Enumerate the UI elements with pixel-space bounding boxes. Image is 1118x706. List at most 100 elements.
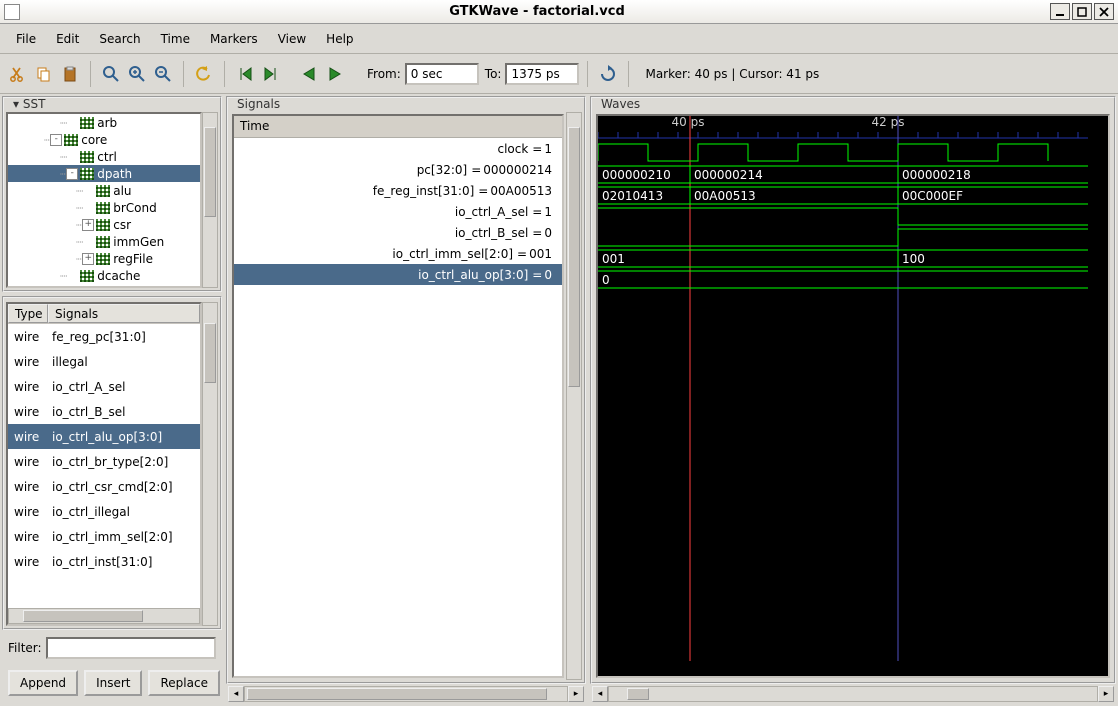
signal-row[interactable]: wireio_ctrl_br_type[2:0] <box>8 449 200 474</box>
tree-node-arb[interactable]: ┈arb <box>8 114 200 131</box>
module-icon <box>96 185 110 197</box>
from-label: From: <box>367 67 401 81</box>
zoom-out-icon[interactable] <box>151 62 175 86</box>
minimize-button[interactable] <box>1050 3 1070 20</box>
signal-row[interactable]: wireio_ctrl_imm_sel[2:0] <box>8 524 200 549</box>
wave-canvas[interactable]: 40 ps42 ps000000210000000214000000218020… <box>596 114 1110 678</box>
module-icon <box>80 151 94 163</box>
col-type[interactable]: Type <box>8 304 48 323</box>
scroll-right-icon[interactable]: ▸ <box>568 686 584 702</box>
tree-node-dpath[interactable]: ┈-dpath <box>8 165 200 182</box>
signal-row[interactable]: wireio_ctrl_inst[31:0] <box>8 549 200 574</box>
tree-node-dcache[interactable]: ┈dcache <box>8 267 200 284</box>
from-input[interactable] <box>405 63 479 85</box>
svg-text:0: 0 <box>602 273 610 287</box>
tree-node-csr[interactable]: ┈+csr <box>8 216 200 233</box>
tree-node-ctrl[interactable]: ┈ctrl <box>8 148 200 165</box>
module-icon <box>96 202 110 214</box>
copy-icon[interactable] <box>32 62 56 86</box>
displayed-signal-row[interactable]: pc[32:0]=000000214 <box>234 159 562 180</box>
menubar: File Edit Search Time Markers View Help <box>0 24 1118 54</box>
menu-file[interactable]: File <box>8 28 44 50</box>
signals-vscroll[interactable] <box>566 112 582 680</box>
tree-node-regFile[interactable]: ┈+regFile <box>8 250 200 267</box>
signal-row[interactable]: wireio_ctrl_A_sel <box>8 374 200 399</box>
menu-edit[interactable]: Edit <box>48 28 87 50</box>
reload-icon[interactable] <box>596 62 620 86</box>
to-input[interactable] <box>505 63 579 85</box>
menu-help[interactable]: Help <box>318 28 361 50</box>
next-edge-icon[interactable] <box>323 62 347 86</box>
signals-hscroll[interactable] <box>244 686 568 702</box>
signal-row[interactable]: wireillegal <box>8 349 200 374</box>
menu-time[interactable]: Time <box>153 28 198 50</box>
filter-label: Filter: <box>8 641 42 655</box>
filter-input[interactable] <box>46 637 216 659</box>
tree-node-alu[interactable]: ┈alu <box>8 182 200 199</box>
displayed-signals[interactable]: clock=1pc[32:0]=000000214fe_reg_inst[31:… <box>234 138 562 676</box>
zoom-fit-icon[interactable] <box>99 62 123 86</box>
module-icon <box>80 270 94 282</box>
tree-node-immGen[interactable]: ┈immGen <box>8 233 200 250</box>
paste-icon[interactable] <box>58 62 82 86</box>
sst-vscroll[interactable] <box>202 112 218 288</box>
displayed-signal-row[interactable]: fe_reg_inst[31:0]=00A00513 <box>234 180 562 201</box>
toolbar: From: To: Marker: 40 ps | Cursor: 41 ps <box>0 54 1118 94</box>
cut-icon[interactable] <box>6 62 30 86</box>
svg-text:40 ps: 40 ps <box>672 116 705 129</box>
tree-node-core[interactable]: ┈-core <box>8 131 200 148</box>
insert-button[interactable]: Insert <box>84 670 142 696</box>
undo-icon[interactable] <box>192 62 216 86</box>
signal-list[interactable]: wirefe_reg_pc[31:0]wireillegalwireio_ctr… <box>8 324 200 608</box>
time-header: Time <box>234 116 562 138</box>
maximize-button[interactable] <box>1072 3 1092 20</box>
append-button[interactable]: Append <box>8 670 78 696</box>
to-label: To: <box>485 67 502 81</box>
col-signals[interactable]: Signals <box>48 304 200 323</box>
waves-title: Waves <box>598 97 643 111</box>
tree-node-brCond[interactable]: ┈brCond <box>8 199 200 216</box>
siglist-hscroll[interactable] <box>8 608 200 624</box>
displayed-signal-row[interactable]: io_ctrl_alu_op[3:0]=0 <box>234 264 562 285</box>
marker-cursor-status: Marker: 40 ps | Cursor: 41 ps <box>645 67 819 81</box>
sst-tree[interactable]: ┈arb┈-core┈ctrl┈-dpath┈alu┈brCond┈+csr┈i… <box>6 112 202 288</box>
signals-panel: Signals Time clock=1pc[32:0]=000000214fe… <box>226 96 586 684</box>
svg-text:000000214: 000000214 <box>694 168 763 182</box>
signal-row[interactable]: wireio_ctrl_csr_cmd[2:0] <box>8 474 200 499</box>
svg-text:100: 100 <box>902 252 925 266</box>
signal-row[interactable]: wireio_ctrl_illegal <box>8 499 200 524</box>
menu-view[interactable]: View <box>270 28 314 50</box>
scroll-left-icon[interactable]: ◂ <box>228 686 244 702</box>
module-icon <box>80 117 94 129</box>
siglist-vscroll[interactable] <box>202 302 218 626</box>
signal-row[interactable]: wireio_ctrl_B_sel <box>8 399 200 424</box>
svg-text:00C000EF: 00C000EF <box>902 189 963 203</box>
close-button[interactable] <box>1094 3 1114 20</box>
module-icon <box>96 236 110 248</box>
displayed-signal-row[interactable]: io_ctrl_A_sel=1 <box>234 201 562 222</box>
window-title: GTKWave - factorial.vcd <box>26 4 1048 19</box>
svg-text:00A00513: 00A00513 <box>694 189 756 203</box>
signal-row[interactable]: wirefe_reg_pc[31:0] <box>8 324 200 349</box>
waves-panel: Waves 40 ps42 ps000000210000000214000000… <box>590 96 1116 684</box>
wave-scroll-left-icon[interactable]: ◂ <box>592 686 608 702</box>
goto-start-icon[interactable] <box>233 62 257 86</box>
svg-text:02010413: 02010413 <box>602 189 663 203</box>
goto-end-icon[interactable] <box>259 62 283 86</box>
svg-text:000000210: 000000210 <box>602 168 671 182</box>
prev-edge-icon[interactable] <box>297 62 321 86</box>
replace-button[interactable]: Replace <box>148 670 219 696</box>
sst-panel: ▾ SST ┈arb┈-core┈ctrl┈-dpath┈alu┈brCond┈… <box>2 96 222 292</box>
wave-scroll-right-icon[interactable]: ▸ <box>1098 686 1114 702</box>
displayed-signal-row[interactable]: clock=1 <box>234 138 562 159</box>
displayed-signal-row[interactable]: io_ctrl_B_sel=0 <box>234 222 562 243</box>
module-icon <box>96 219 110 231</box>
zoom-in-icon[interactable] <box>125 62 149 86</box>
menu-markers[interactable]: Markers <box>202 28 266 50</box>
menu-search[interactable]: Search <box>91 28 148 50</box>
wave-hscroll[interactable] <box>608 686 1098 702</box>
window-titlebar: GTKWave - factorial.vcd <box>0 0 1118 24</box>
signal-row[interactable]: wireio_ctrl_alu_op[3:0] <box>8 424 200 449</box>
displayed-signal-row[interactable]: io_ctrl_imm_sel[2:0]=001 <box>234 243 562 264</box>
window-icon <box>4 4 20 20</box>
